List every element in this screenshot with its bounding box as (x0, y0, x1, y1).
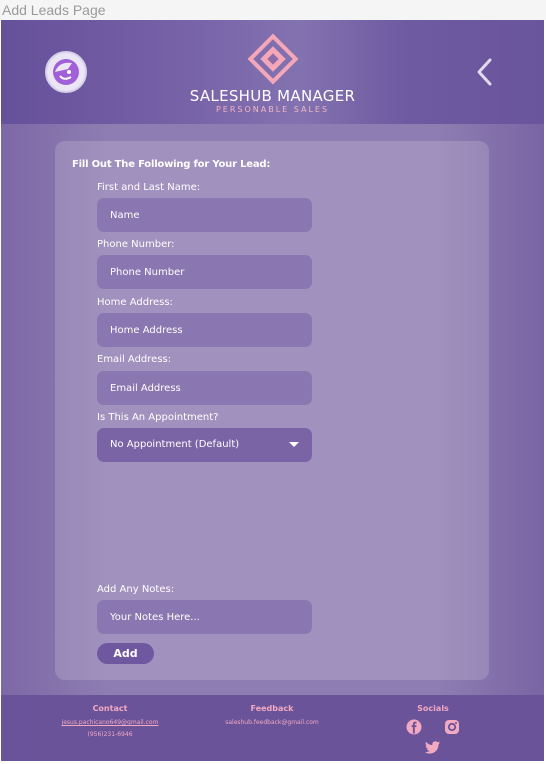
app-container: SALESHUB MANAGER PERSONABLE SALES Fill O… (1, 20, 544, 761)
form-heading: Fill Out The Following for Your Lead: (72, 159, 271, 170)
header: SALESHUB MANAGER PERSONABLE SALES (1, 20, 544, 124)
avatar[interactable] (45, 51, 87, 93)
appointment-selected-value: No Appointment (Default) (110, 439, 240, 450)
lead-form-card: Fill Out The Following for Your Lead: Fi… (55, 141, 489, 680)
footer-contact: Contact jesus.pachicano649@gmail.com (95… (51, 704, 169, 741)
address-input[interactable] (97, 313, 312, 347)
twitter-icon[interactable] (425, 739, 441, 755)
window-title: Add Leads Page (0, 0, 546, 20)
avatar-face-icon (53, 59, 79, 85)
appointment-label: Is This An Appointment? (97, 412, 219, 423)
phone-label: Phone Number: (97, 239, 175, 250)
email-input[interactable] (97, 371, 312, 405)
back-button[interactable] (473, 57, 497, 87)
facebook-icon[interactable] (406, 719, 422, 735)
socials-heading: Socials (417, 704, 449, 713)
phone-input[interactable] (97, 255, 312, 289)
chevron-left-icon (477, 58, 492, 86)
feedback-heading: Feedback (250, 704, 294, 713)
feedback-email: saleshub.feedback@gmail.com (225, 719, 319, 726)
notes-input[interactable] (97, 600, 312, 634)
email-label: Email Address: (97, 354, 172, 365)
footer: Contact jesus.pachicano649@gmail.com (95… (1, 695, 544, 761)
footer-feedback: Feedback saleshub.feedback@gmail.com (213, 704, 331, 729)
name-label: First and Last Name: (97, 182, 201, 193)
instagram-icon[interactable] (444, 719, 460, 735)
contact-heading: Contact (92, 704, 128, 713)
name-input[interactable] (97, 198, 312, 232)
contact-phone: (956)231-6946 (87, 731, 133, 738)
contact-email-link[interactable]: jesus.pachicano649@gmail.com (51, 717, 169, 729)
saleshub-logo-icon (247, 33, 299, 85)
footer-socials: Socials (383, 704, 483, 759)
brand-subtitle: PERSONABLE SALES (215, 105, 330, 114)
appointment-select[interactable]: No Appointment (Default) (97, 428, 312, 462)
notes-label: Add Any Notes: (97, 584, 175, 595)
brand-title: SALESHUB MANAGER (189, 87, 356, 105)
caret-down-icon (289, 442, 299, 447)
address-label: Home Address: (97, 297, 173, 308)
add-button[interactable]: Add (97, 643, 154, 664)
